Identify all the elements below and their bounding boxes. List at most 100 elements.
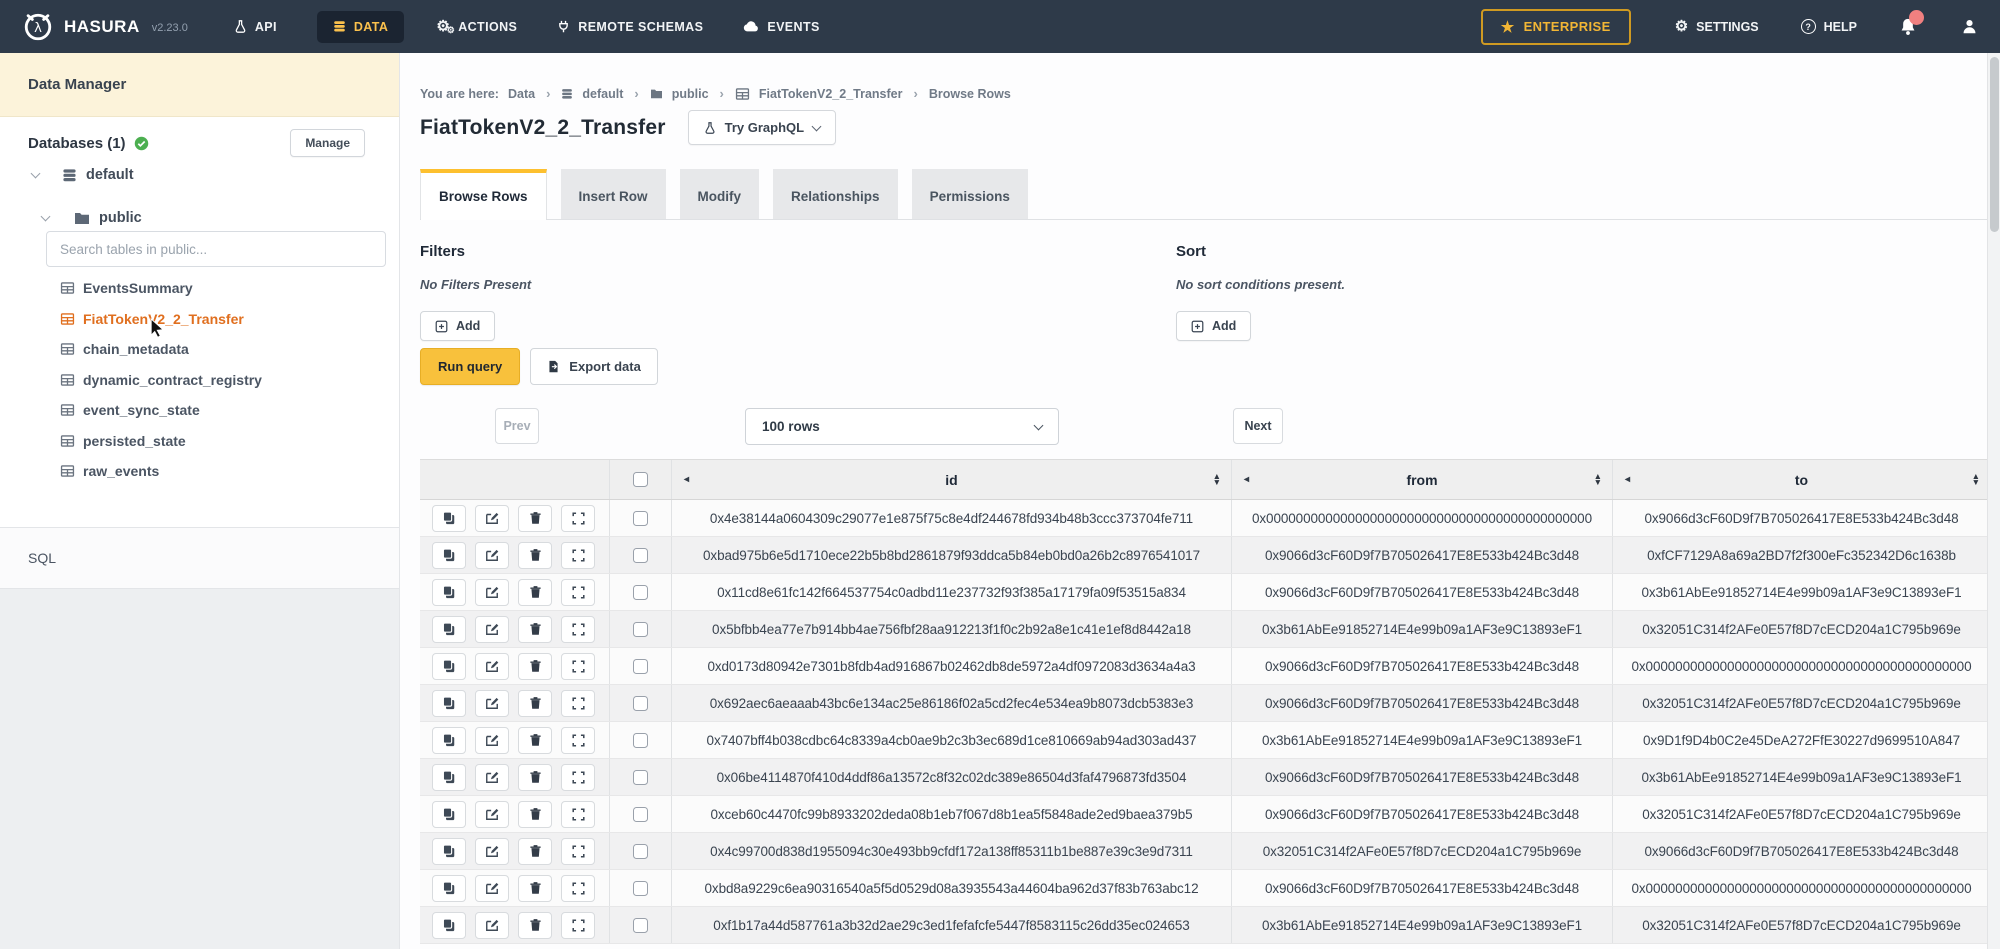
notifications-button[interactable] — [1899, 17, 1917, 36]
vertical-scrollbar[interactable] — [1987, 53, 2000, 949]
expand-row-button[interactable] — [561, 801, 595, 828]
add-filter-button[interactable]: Add — [420, 311, 495, 341]
help-button[interactable]: ? HELP — [1801, 19, 1857, 34]
edit-row-button[interactable] — [475, 801, 509, 828]
copy-row-button[interactable] — [432, 542, 466, 569]
copy-row-button[interactable] — [432, 838, 466, 865]
edit-row-button[interactable] — [475, 912, 509, 939]
settings-button[interactable]: ⚙ SETTINGS — [1675, 19, 1759, 34]
scrollbar-thumb[interactable] — [1990, 57, 1999, 232]
delete-row-button[interactable] — [518, 505, 552, 532]
sidebar-table-persisted-state[interactable]: persisted_state — [60, 426, 389, 457]
row-checkbox[interactable] — [633, 770, 648, 785]
tab-relationships[interactable]: Relationships — [773, 169, 898, 219]
column-header-from[interactable]: ◂ from ▲▼ — [1232, 460, 1613, 499]
edit-row-button[interactable] — [475, 838, 509, 865]
row-checkbox[interactable] — [633, 659, 648, 674]
expand-row-button[interactable] — [561, 912, 595, 939]
tab-modify[interactable]: Modify — [680, 169, 760, 219]
expand-row-button[interactable] — [561, 875, 595, 902]
sort-arrows-icon[interactable]: ▲▼ — [1972, 474, 1980, 485]
copy-row-button[interactable] — [432, 727, 466, 754]
delete-row-button[interactable] — [518, 542, 552, 569]
delete-row-button[interactable] — [518, 764, 552, 791]
row-checkbox[interactable] — [633, 844, 648, 859]
sidebar-table-raw-events[interactable]: raw_events — [60, 456, 389, 487]
expand-row-button[interactable] — [561, 616, 595, 643]
row-checkbox[interactable] — [633, 585, 648, 600]
expand-row-button[interactable] — [561, 542, 595, 569]
copy-row-button[interactable] — [432, 801, 466, 828]
tree-database-default[interactable]: default — [32, 167, 134, 183]
copy-row-button[interactable] — [432, 505, 466, 532]
copy-row-button[interactable] — [432, 653, 466, 680]
sidebar-item-sql[interactable]: SQL — [0, 527, 399, 588]
row-checkbox[interactable] — [633, 733, 648, 748]
tree-schema-public[interactable]: public — [42, 210, 142, 226]
search-tables-input[interactable] — [46, 231, 386, 267]
copy-row-button[interactable] — [432, 690, 466, 717]
breadcrumb-item-public[interactable]: public — [672, 87, 709, 101]
sidebar-table-eventssummary[interactable]: EventsSummary — [60, 273, 389, 304]
edit-row-button[interactable] — [475, 875, 509, 902]
copy-row-button[interactable] — [432, 912, 466, 939]
edit-row-button[interactable] — [475, 690, 509, 717]
edit-row-button[interactable] — [475, 505, 509, 532]
add-sort-button[interactable]: Add — [1176, 311, 1251, 341]
breadcrumb-item-fiattokenv2-2-transfer[interactable]: FiatTokenV2_2_Transfer — [759, 87, 903, 101]
breadcrumb-item-data[interactable]: Data — [508, 87, 535, 101]
tab-insert-row[interactable]: Insert Row — [561, 169, 666, 219]
export-data-button[interactable]: Export data — [530, 348, 658, 385]
user-menu-button[interactable] — [1961, 18, 1978, 35]
expand-row-button[interactable] — [561, 690, 595, 717]
sort-arrows-icon[interactable]: ▲▼ — [1594, 474, 1602, 485]
row-checkbox[interactable] — [633, 918, 648, 933]
row-checkbox[interactable] — [633, 511, 648, 526]
copy-row-button[interactable] — [432, 764, 466, 791]
copy-row-button[interactable] — [432, 875, 466, 902]
enterprise-button[interactable]: ★ ENTERPRISE — [1481, 9, 1631, 45]
nav-item-actions[interactable]: ⚙ ⚙ ACTIONS — [436, 19, 517, 34]
expand-row-button[interactable] — [561, 653, 595, 680]
row-checkbox[interactable] — [633, 622, 648, 637]
hasura-brand[interactable]: λ HASURA v2.23.0 — [22, 11, 188, 43]
delete-row-button[interactable] — [518, 838, 552, 865]
column-header-id[interactable]: ◂ id ▲▼ — [672, 460, 1232, 499]
expand-row-button[interactable] — [561, 838, 595, 865]
row-checkbox[interactable] — [633, 807, 648, 822]
try-graphql-button[interactable]: Try GraphQL — [688, 110, 836, 145]
delete-row-button[interactable] — [518, 616, 552, 643]
select-all-checkbox[interactable] — [633, 472, 648, 487]
row-checkbox[interactable] — [633, 696, 648, 711]
nav-item-api[interactable]: API — [234, 19, 277, 34]
nav-item-data[interactable]: DATA — [317, 11, 404, 43]
column-header-to[interactable]: ◂ to ▲▼ — [1613, 460, 1990, 499]
delete-row-button[interactable] — [518, 653, 552, 680]
expand-row-button[interactable] — [561, 505, 595, 532]
edit-row-button[interactable] — [475, 653, 509, 680]
delete-row-button[interactable] — [518, 579, 552, 606]
edit-row-button[interactable] — [475, 764, 509, 791]
breadcrumb-item-browse-rows[interactable]: Browse Rows — [929, 87, 1011, 101]
prev-page-button[interactable]: Prev — [495, 408, 539, 444]
expand-row-button[interactable] — [561, 727, 595, 754]
delete-row-button[interactable] — [518, 801, 552, 828]
row-checkbox[interactable] — [633, 548, 648, 563]
sidebar-table-fiattokenv2-2-transfer[interactable]: FiatTokenV2_2_Transfer — [60, 304, 389, 335]
breadcrumb-item-default[interactable]: default — [582, 87, 623, 101]
edit-row-button[interactable] — [475, 616, 509, 643]
tab-browse-rows[interactable]: Browse Rows — [420, 169, 547, 219]
delete-row-button[interactable] — [518, 875, 552, 902]
tab-permissions[interactable]: Permissions — [912, 169, 1028, 219]
nav-item-events[interactable]: EVENTS — [743, 20, 819, 34]
rows-per-page-select[interactable]: 100 rows — [745, 408, 1059, 445]
delete-row-button[interactable] — [518, 912, 552, 939]
delete-row-button[interactable] — [518, 690, 552, 717]
row-checkbox[interactable] — [633, 881, 648, 896]
sidebar-table-event-sync-state[interactable]: event_sync_state — [60, 395, 389, 426]
edit-row-button[interactable] — [475, 579, 509, 606]
edit-row-button[interactable] — [475, 727, 509, 754]
next-page-button[interactable]: Next — [1233, 408, 1283, 444]
edit-row-button[interactable] — [475, 542, 509, 569]
manage-button[interactable]: Manage — [290, 129, 365, 157]
